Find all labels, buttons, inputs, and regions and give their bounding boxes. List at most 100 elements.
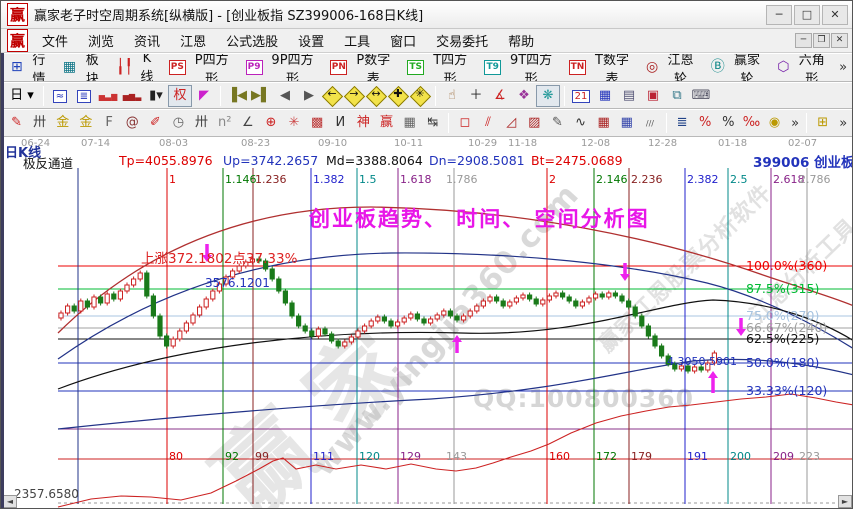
tool-golden-comb2-tool-button[interactable]: 金 <box>74 112 97 134</box>
tool-single-candle-tool-button[interactable]: ▮▾ <box>144 85 168 107</box>
tool-quotes-button[interactable]: ⊞行情 <box>5 53 57 82</box>
bars-9-tool-icon: ▅▆▃ <box>123 92 141 101</box>
tool-calculator-tool-button[interactable]: ▦ <box>593 85 617 107</box>
tool-memo-tool-button[interactable]: ▤ <box>617 85 641 107</box>
tool-spiderweb-tool-button[interactable]: ✳ <box>283 112 306 134</box>
scroll-right-button[interactable]: ► <box>838 495 852 508</box>
menu-item-trade[interactable]: 交易委托 <box>426 29 498 52</box>
tool-pen-ruler-tool-button[interactable]: ✐ <box>144 112 167 134</box>
maximize-button[interactable]: □ <box>794 5 820 25</box>
tool-shen-tool-button[interactable]: 神 <box>352 112 375 134</box>
tool-fan-corner-tool-button[interactable]: ◿ <box>500 112 523 134</box>
tool-parallel-lines-tool-button[interactable]: /// <box>638 112 661 134</box>
tool-gann-comb-tool-button[interactable]: 卅 <box>28 112 51 134</box>
tool-spiral-tool-button[interactable]: @ <box>121 112 144 134</box>
tool-list-tool-button[interactable]: ≣ <box>72 85 96 107</box>
tool-p-square-button[interactable]: PSP四方形 <box>163 53 240 82</box>
menu-item-file[interactable]: 文件 <box>32 29 78 52</box>
tool-last-page-button[interactable]: ▶▌ <box>249 85 273 107</box>
tool-angle-arc-tool-button[interactable]: ∠ <box>236 112 259 134</box>
scroll-left-button[interactable]: ◄ <box>3 495 17 508</box>
tool-period-selector-button[interactable]: 日 ▾ <box>5 85 39 107</box>
tool-yellow-grid-tool-button[interactable]: ⊞ <box>811 112 834 134</box>
tool-first-page-button[interactable]: ▐◀ <box>225 85 249 107</box>
tool-red-grid-tool-button[interactable]: ▦ <box>592 112 615 134</box>
tool-percent-lines-tool-button[interactable]: ‰ <box>740 112 763 134</box>
menu-item-formula-picker[interactable]: 公式选股 <box>216 29 288 52</box>
menu-item-gann[interactable]: 江恩 <box>170 29 216 52</box>
tool-gann-wheel-button[interactable]: ◎江恩轮 <box>640 53 705 82</box>
tool-print-tool-button[interactable]: ⌨ <box>689 85 713 107</box>
tool-angle-measure-tool-button[interactable]: ∡ <box>488 85 512 107</box>
tool-kx-restore-tool-button[interactable]: 权 <box>168 85 192 107</box>
tool-save-tool-button[interactable]: ▣ <box>641 85 665 107</box>
child-restore-button[interactable]: ❐ <box>813 33 830 48</box>
tool-expand-all-button[interactable]: ✳ <box>409 85 431 107</box>
tool-bars-3-tool-button[interactable]: ▅▃▆ <box>96 85 120 107</box>
tool-fan-box-tool-button[interactable]: ▨ <box>523 112 546 134</box>
candle-up <box>191 315 195 323</box>
tool-t-square-button[interactable]: TST四方形 <box>401 53 478 82</box>
f-ruler-tool-icon: F <box>105 115 112 130</box>
tool-more-tools-1-button[interactable]: » <box>788 116 802 131</box>
menu-item-news[interactable]: 资讯 <box>124 29 170 52</box>
tool-blue-grid-tool-button[interactable]: ▦ <box>615 112 638 134</box>
tool-square-draw-tool-button[interactable]: ◻ <box>453 112 476 134</box>
tool-f-ruler-tool-button[interactable]: F <box>98 112 121 134</box>
candle-down <box>673 364 677 369</box>
tool-expand-horizontal-button[interactable]: ↔ <box>365 85 387 107</box>
tool-clock-circle-tool-button[interactable]: ◷ <box>167 112 190 134</box>
tool-measure-tool-button[interactable]: ↹ <box>421 112 444 134</box>
tool-hexagon-button[interactable]: ⬡六角形 <box>771 53 836 82</box>
tool-golden-circle-tool-button[interactable]: ◉ <box>763 112 786 134</box>
tool-winner-wheel-button[interactable]: Ⓑ赢家轮 <box>705 53 772 82</box>
tool-cycle-net-tool-button[interactable]: ❋ <box>536 85 560 107</box>
tool-red-pen-tool-button[interactable]: ✎ <box>5 112 28 134</box>
menu-item-browse[interactable]: 浏览 <box>78 29 124 52</box>
tool-export-tool-button[interactable]: ⧉ <box>665 85 689 107</box>
tool-kline-button[interactable]: ╽╿K线 <box>110 53 163 82</box>
tool-9p-square-button[interactable]: P99P四方形 <box>240 53 325 82</box>
tool-scale-tool-button[interactable]: ≣ <box>671 112 694 134</box>
menu-item-settings[interactable]: 设置 <box>288 29 334 52</box>
tool-gann-fan-tool-button[interactable]: ⫽ <box>477 112 500 134</box>
tool-percent-change-tool-button[interactable]: % <box>694 112 717 134</box>
tool-web-box-tool-button[interactable]: ▩ <box>306 112 329 134</box>
tool-zigzag-tool-button[interactable]: ∿ <box>569 112 592 134</box>
tool-sectors-button[interactable]: ▦板块 <box>57 53 110 82</box>
tool-shift-left-button[interactable]: ← <box>321 85 343 107</box>
tool-purple-net-tool-button[interactable]: ❖ <box>512 85 536 107</box>
child-minimize-button[interactable]: ─ <box>795 33 812 48</box>
tool-golden-comb-tool-button[interactable]: 金 <box>51 112 74 134</box>
minimize-button[interactable]: ─ <box>766 5 792 25</box>
menu-item-help[interactable]: 帮助 <box>498 29 544 52</box>
close-button[interactable]: ✕ <box>822 5 848 25</box>
tool-ying-tool-button[interactable]: 赢 <box>375 112 398 134</box>
tool-p-number-table-button[interactable]: PNP数字表 <box>324 53 401 82</box>
menu-item-tools[interactable]: 工具 <box>334 29 380 52</box>
tool-speed-line-tool-button[interactable]: И <box>329 112 352 134</box>
tool-grid-number-tool-button[interactable]: ▦ <box>398 112 421 134</box>
tool-hand-tool-button[interactable]: ☝ <box>440 85 464 107</box>
tool-n-square-tool-button[interactable]: n² <box>213 112 236 134</box>
tool-more-tools-2-button[interactable]: » <box>836 116 850 131</box>
tool-color-chart-tool-button[interactable]: ◤ <box>192 85 216 107</box>
tool-target-tool-button[interactable]: ⊕ <box>259 112 282 134</box>
tool-prev-page-button[interactable]: ◀ <box>273 85 297 107</box>
menu-item-window[interactable]: 窗口 <box>380 29 426 52</box>
child-close-button[interactable]: ✕ <box>831 33 848 48</box>
tool-calendar-tool-button[interactable]: 21 <box>569 85 593 107</box>
tool-shift-right-button[interactable]: → <box>343 85 365 107</box>
tool-next-page-button[interactable]: ▶ <box>297 85 321 107</box>
tool-wave-tool-button[interactable]: ≈ <box>48 85 72 107</box>
tool-compress-button[interactable]: ✚ <box>387 85 409 107</box>
tool-crosshair-tool-button[interactable]: ＋ <box>464 85 488 107</box>
tool-9t-square-button[interactable]: T99T四方形 <box>478 53 563 82</box>
tool-comb-tool-button[interactable]: 卅 <box>190 112 213 134</box>
tool-pencil-angle-tool-button[interactable]: ✎ <box>546 112 569 134</box>
tool-bars-9-tool-button[interactable]: ▅▆▃ <box>120 85 144 107</box>
spiderweb-tool-icon: ✳ <box>289 115 300 130</box>
tool-percent-tool-button[interactable]: % <box>717 112 740 134</box>
tool-t-number-table-button[interactable]: TNT数字表 <box>563 53 640 82</box>
toolbar1-more-button[interactable]: » <box>836 60 850 75</box>
